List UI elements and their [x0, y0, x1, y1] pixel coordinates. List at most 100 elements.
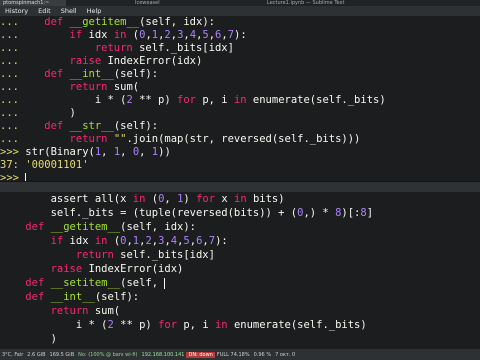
code-token: ): [69, 107, 76, 119]
code-line: ... i * (2 ** p) for p, i in enumerate(s…: [0, 94, 480, 107]
code-token: enumerate(self._bits): [233, 319, 367, 331]
menu-item-history[interactable]: History: [0, 7, 33, 15]
code-line: ... if idx in (0,1,2,3,4,5,6,7):: [0, 29, 480, 42]
cpu-load: 0.96 %: [253, 351, 272, 358]
battery-status: FULL 74.18%: [216, 351, 250, 358]
repl-prompt: ...: [0, 42, 19, 54]
code-line: return self._bits[idx]: [0, 248, 480, 262]
code-token: x: [221, 193, 234, 205]
code-token: (self):: [113, 120, 159, 132]
code-token: (self, idx):: [139, 16, 215, 28]
code-line: self._bits = (tuple(reversed(bits)) + (0…: [0, 206, 480, 220]
repl-prompt: ...: [0, 81, 19, 93]
code-token: __getitem__: [50, 221, 121, 233]
code-line: ... def __str__(self):: [0, 120, 480, 133]
menu-item-help[interactable]: Help: [82, 7, 107, 15]
code-line: >>> str(Binary(1, 1, 0, 1)): [0, 146, 480, 159]
code-line: ... ): [0, 107, 480, 120]
code-token: i * (: [75, 319, 108, 331]
date-clock: 7 окт. 0: [275, 351, 296, 358]
code-token: self._bits = (tuple(reversed(bits)) + (: [50, 207, 298, 219]
code-token: __int__: [69, 68, 114, 80]
code-token: IndexError(idx): [88, 263, 184, 275]
editor-input-pane[interactable]: assert all(x in (0, 1) for x in bits) se…: [0, 192, 480, 345]
menu-item-shell[interactable]: Shell: [56, 7, 82, 15]
code-token: .join(map(str, reversed(self._bits))): [126, 133, 361, 145]
code-token: ): [50, 333, 57, 345]
code-token: raise: [69, 55, 108, 67]
code-token: def: [25, 221, 51, 233]
weather-status: 3°C, Fair: [2, 351, 24, 358]
repl-prompt: ...: [0, 29, 19, 41]
code-token: def: [44, 68, 70, 80]
code-token: return: [94, 42, 140, 54]
code-token: in: [234, 193, 253, 205]
network-down-status: DN: down: [186, 351, 215, 358]
code-token: __getitem__: [69, 16, 140, 28]
code-token: (self):: [94, 291, 140, 303]
text-cursor: [164, 277, 166, 289]
code-token: ,: [101, 146, 114, 158]
code-token: return: [69, 133, 114, 145]
code-token: sum(: [113, 81, 140, 93]
code-token: )[:: [341, 207, 361, 219]
code-line: return sum(: [0, 304, 480, 318]
code-token: ** p): [132, 94, 178, 106]
ip-address: 192.168.100.141: [141, 351, 185, 358]
code-token: '00001101': [25, 159, 89, 171]
wifi-status: No: (100% @ bars wi-fi): [78, 351, 138, 358]
code-line: ... return self._bits[idx]: [0, 42, 480, 55]
repl-prompt: ...: [0, 68, 19, 80]
code-token: enumerate(self._bits): [252, 94, 386, 106]
code-line: assert all(x in (0, 1) for x in bits): [0, 192, 480, 206]
code-token: str(Binary(: [25, 146, 95, 158]
code-token: in: [113, 29, 133, 41]
code-token: self._bits[idx]: [120, 249, 215, 261]
code-token: p, i: [202, 94, 234, 106]
code-token: __int__: [50, 291, 95, 303]
repl-prompt: >>>: [0, 146, 19, 158]
code-token: )): [158, 146, 171, 158]
code-token: return: [50, 305, 95, 317]
code-token: raise: [50, 263, 89, 275]
code-token: ,: [139, 146, 152, 158]
code-token: if: [50, 235, 70, 247]
code-token: sum(: [94, 305, 121, 317]
code-token: __str__: [69, 120, 114, 132]
status-bar: 3°C, Fair 2.6 GiB 169.5 GiB No: (100% @ …: [0, 349, 480, 360]
code-token: (self,: [120, 277, 165, 289]
code-token: in: [94, 235, 114, 247]
menu-item-edit[interactable]: Edit: [33, 7, 56, 15]
code-line: def __setitem__(self,: [0, 276, 480, 290]
code-token: return: [69, 81, 114, 93]
repl-prompt: ...: [0, 133, 19, 145]
code-line: 37: '00001101': [0, 159, 480, 172]
code-token: ):: [215, 235, 228, 247]
code-token: return: [75, 249, 121, 261]
code-token: p, i: [183, 319, 215, 331]
repl-output-pane[interactable]: ... def __getitem__(self, idx):... if id…: [0, 16, 480, 184]
code-line: def __getitem__(self, idx):: [0, 220, 480, 234]
disk-usage-root: 2.6 GiB: [27, 351, 46, 358]
code-token: i * (: [94, 94, 127, 106]
code-token: for: [196, 193, 222, 205]
repl-prompt: 37:: [0, 159, 19, 171]
repl-prompt: ...: [0, 120, 19, 132]
code-token: ): [183, 193, 197, 205]
